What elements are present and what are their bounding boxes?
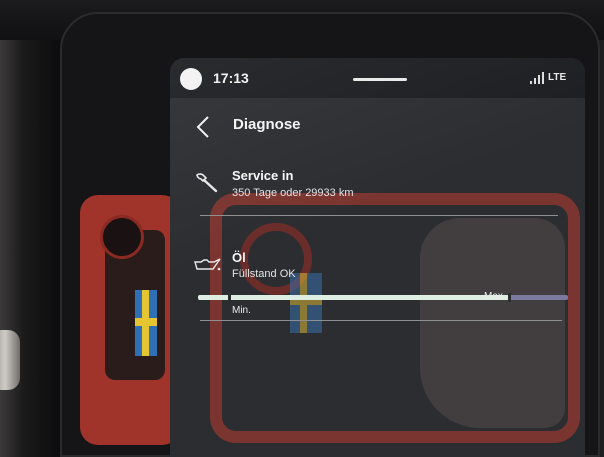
volume-knob xyxy=(0,330,20,390)
oil-title: Öl xyxy=(232,250,246,265)
oil-max-tick xyxy=(508,293,511,302)
oil-can-icon xyxy=(194,258,221,271)
status-time: 17:13 xyxy=(213,70,249,86)
display-reflection-flag xyxy=(290,273,322,333)
oil-min-label: Min. xyxy=(232,305,251,316)
dashboard-trim-left xyxy=(0,40,60,457)
profile-avatar[interactable] xyxy=(180,68,202,90)
oil-level-bar xyxy=(198,293,568,302)
network-type: LTE xyxy=(548,72,567,83)
service-subtitle: 350 Tage oder 29933 km xyxy=(232,187,354,199)
status-bar: 17:13 LTE xyxy=(170,58,585,98)
center-display: 17:13 LTE Diagnose Service in 350 Tage o… xyxy=(170,58,585,457)
oil-max-label: Max. xyxy=(484,291,506,302)
page-title: Diagnose xyxy=(233,116,301,133)
car-infotainment-photo: 17:13 LTE Diagnose Service in 350 Tage o… xyxy=(0,0,604,457)
wrench-icon xyxy=(196,173,218,193)
oil-min-tick xyxy=(228,293,231,302)
signal-strength-icon xyxy=(530,72,544,84)
reflected-camera-lens xyxy=(100,215,144,259)
back-button[interactable] xyxy=(195,115,211,139)
row-divider xyxy=(200,320,562,321)
row-divider xyxy=(200,215,558,216)
oil-level-fill xyxy=(198,295,509,300)
pull-down-handle[interactable] xyxy=(353,78,407,81)
service-title: Service in xyxy=(232,168,294,183)
reflected-flag-sticker xyxy=(135,290,157,356)
display-reflection-hand xyxy=(420,218,565,428)
oil-subtitle: Füllstand OK xyxy=(232,268,296,280)
chevron-left-icon xyxy=(196,116,209,138)
